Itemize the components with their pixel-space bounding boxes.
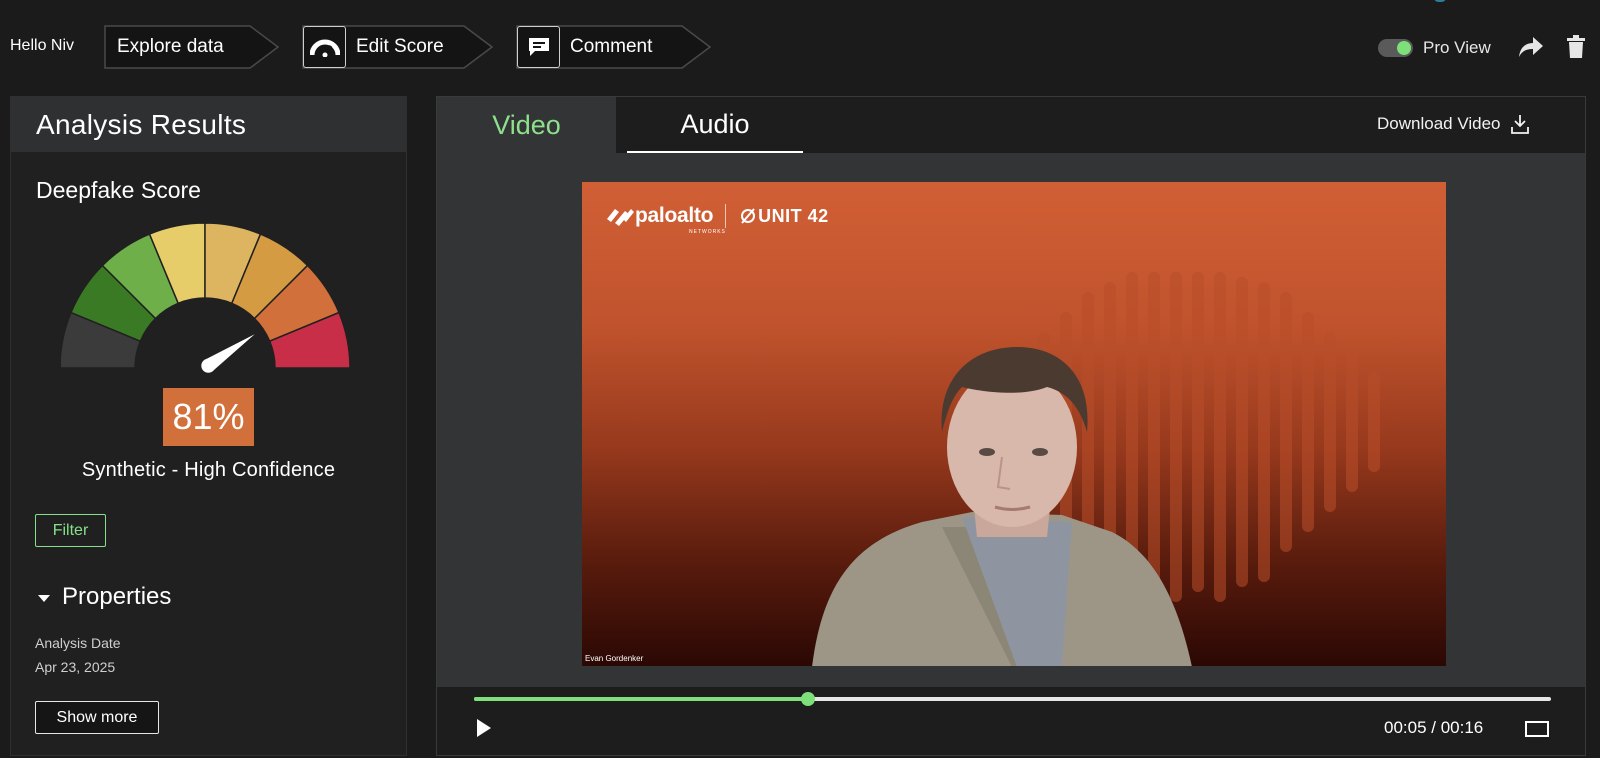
brand-logo: paloalto NETWORKS UNIT 42 <box>605 204 829 235</box>
property-value-analysis-date: Apr 23, 2025 <box>35 659 116 675</box>
breadcrumb-edit-score[interactable]: Edit Score <box>302 25 494 69</box>
breadcrumb-explore-data[interactable]: Explore data <box>104 25 280 69</box>
breadcrumb-label: Edit Score <box>356 36 444 57</box>
progress-handle[interactable] <box>800 692 815 706</box>
deepfake-score-title: Deepfake Score <box>36 177 201 203</box>
speaker-caption: Evan Gordenker <box>585 654 644 663</box>
caret-down-icon <box>38 594 50 602</box>
download-icon <box>1510 115 1529 134</box>
share-icon[interactable] <box>1518 36 1544 58</box>
properties-heading: Properties <box>62 583 172 610</box>
networks-wordmark: NETWORKS <box>689 229 726 235</box>
top-bar: Hello Niv Explore data Edit Score Commen… <box>0 0 1600 92</box>
property-label-analysis-date: Analysis Date <box>35 635 121 651</box>
paloalto-logo-icon <box>607 209 634 226</box>
verdict-text: Synthetic - High Confidence <box>81 459 336 481</box>
breadcrumb-comment[interactable]: Comment <box>516 25 712 69</box>
status-dot <box>1433 0 1447 2</box>
show-more-button[interactable]: Show more <box>35 701 159 734</box>
unit42-wordmark: UNIT 42 <box>758 205 829 226</box>
media-panel: Video Audio Download Video paloalto NETW… <box>436 96 1586 756</box>
time-display: 00:05 / 00:16 <box>1384 718 1484 737</box>
pro-view-toggle[interactable] <box>1378 39 1413 57</box>
greeting-text: Hello Niv <box>10 37 75 54</box>
analysis-title: Analysis Results <box>11 97 406 152</box>
gauge-icon <box>303 26 346 68</box>
score-percent-badge: 81% <box>163 388 254 446</box>
unit42-logo-icon <box>741 208 756 224</box>
media-tabs: Video Audio Download Video <box>437 97 1585 153</box>
breadcrumb-label: Comment <box>570 36 653 57</box>
properties-toggle[interactable]: Properties <box>38 583 171 611</box>
download-video-button[interactable]: Download Video <box>1377 114 1529 134</box>
tab-audio[interactable]: Audio <box>627 97 803 153</box>
video-player[interactable]: paloalto NETWORKS UNIT 42 Evan Gordenker <box>582 182 1446 666</box>
paloalto-wordmark: paloalto <box>635 204 714 227</box>
fullscreen-icon[interactable] <box>1525 721 1549 737</box>
comment-icon <box>517 26 560 68</box>
filter-button[interactable]: Filter <box>35 514 106 547</box>
analysis-panel: Analysis Results Deepfake Score 81% Synt… <box>10 96 407 756</box>
play-icon[interactable] <box>477 719 491 737</box>
breadcrumb-label: Explore data <box>117 36 224 57</box>
trash-icon[interactable] <box>1567 35 1585 58</box>
tab-video[interactable]: Video <box>437 97 616 153</box>
toggle-knob <box>1397 41 1411 55</box>
pro-view-label: Pro View <box>1423 38 1491 57</box>
gauge-hub <box>201 358 216 373</box>
download-video-label: Download Video <box>1377 114 1501 133</box>
progress-track[interactable] <box>474 692 1551 706</box>
logo-divider <box>725 204 727 228</box>
speaker-figure <box>812 347 1192 666</box>
progress-fill <box>474 697 808 701</box>
deepfake-gauge <box>61 223 351 373</box>
